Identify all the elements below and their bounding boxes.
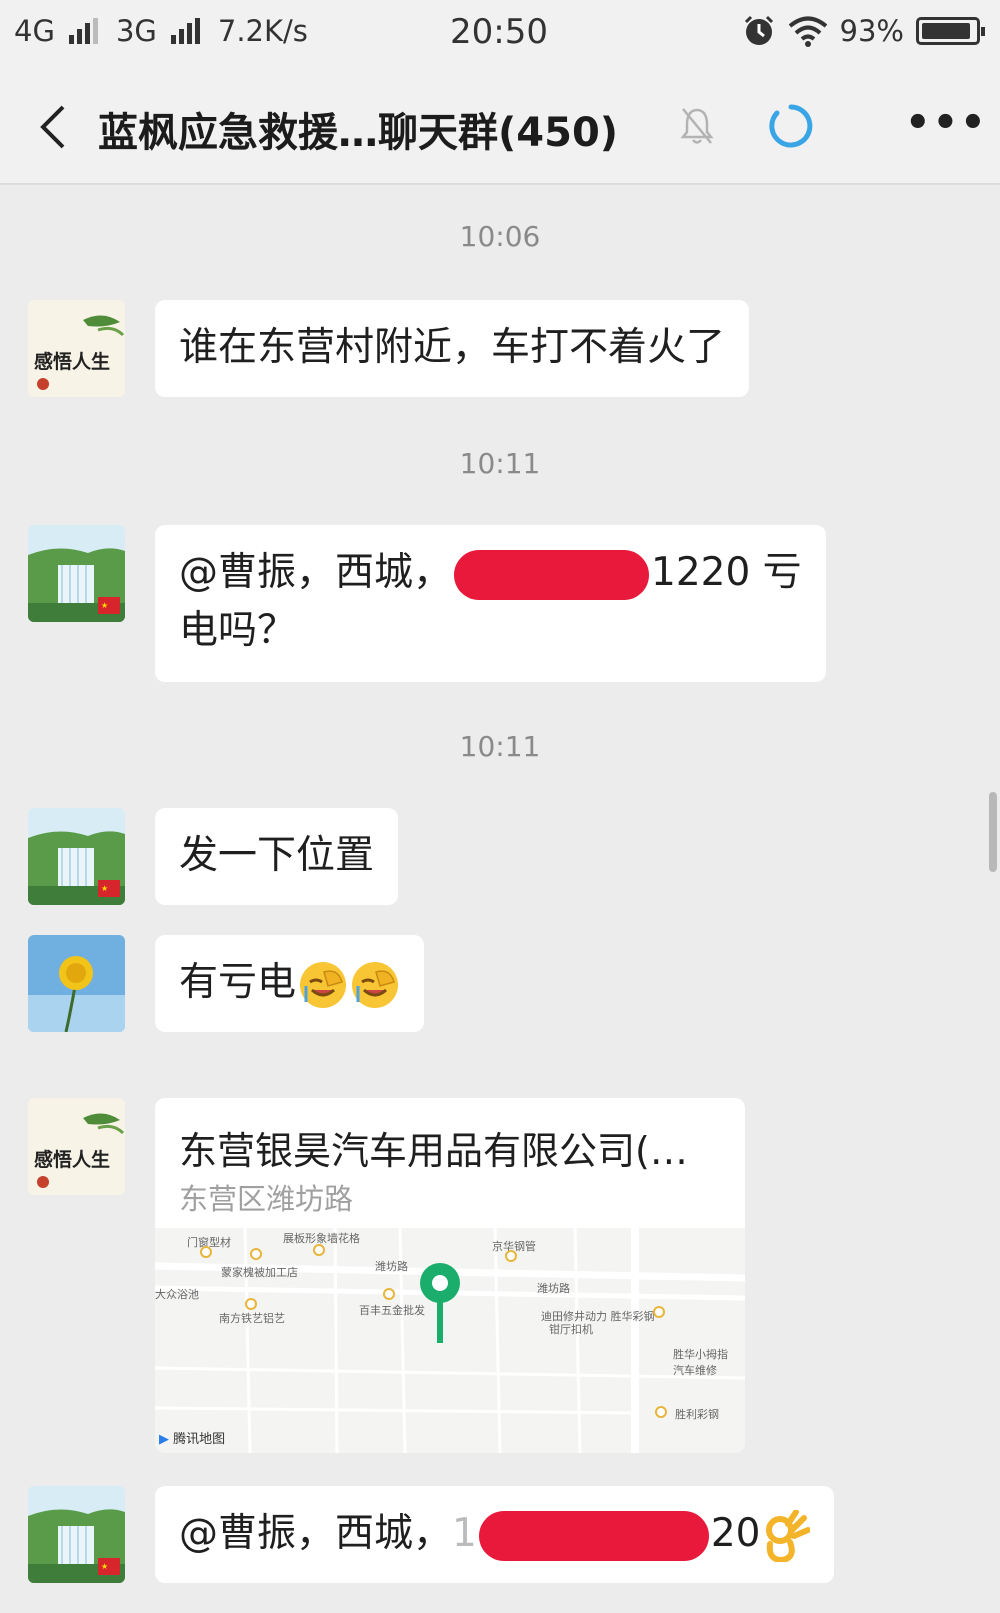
- map-poi-icon: [245, 1298, 257, 1310]
- chat-header: 蓝枫应急救援…聊天群(450) •••: [0, 70, 1000, 185]
- map-poi-icon: [250, 1248, 262, 1260]
- location-card[interactable]: 东营银昊汽车用品有限公司(… 东营区潍坊路 门窗型材 展板形象墙花格 京华钢管 …: [155, 1098, 745, 1453]
- map-label: 蒙家槐被加工店: [221, 1266, 298, 1279]
- avatar[interactable]: [28, 935, 125, 1032]
- message-text: 20: [710, 1511, 761, 1556]
- avatar[interactable]: ★: [28, 808, 125, 905]
- svg-text:感悟人生: 感悟人生: [34, 350, 110, 373]
- avatar-waterfall-image: ★: [28, 525, 125, 622]
- map-poi-icon: [505, 1250, 517, 1262]
- message-text: 1220 亏: [651, 550, 802, 595]
- network-status: 4G 3G 7.2K/s: [14, 14, 308, 48]
- svg-text:★: ★: [101, 601, 108, 610]
- svg-text:★: ★: [101, 1562, 108, 1571]
- map-label: 潍坊路: [375, 1260, 408, 1273]
- redaction-mark: [478, 1510, 709, 1561]
- facepalm-emoji-icon: [352, 961, 399, 1008]
- map-poi-icon: [653, 1306, 665, 1318]
- message-bubble[interactable]: 发一下位置: [155, 808, 399, 905]
- redaction-mark: [454, 549, 650, 600]
- map-poi-icon: [383, 1288, 395, 1300]
- message-timestamp: 10:11: [459, 447, 541, 480]
- svg-text:感悟人生: 感悟人生: [34, 1148, 110, 1171]
- map-poi-icon: [313, 1244, 325, 1256]
- map-pin-icon: [420, 1263, 460, 1343]
- message-bubble[interactable]: 谁在东营村附近，车打不着火了: [155, 300, 750, 397]
- more-icon: •••: [905, 100, 988, 146]
- status-right: 93%: [742, 14, 985, 48]
- back-button[interactable]: [30, 102, 74, 152]
- message-text: 有亏电: [179, 960, 297, 1005]
- message-text: 谁在东营村附近，车打不着火了: [179, 325, 726, 370]
- map-label: 大众浴池: [155, 1288, 199, 1301]
- message-bubble[interactable]: @曹振，西城，1 20: [155, 1486, 835, 1583]
- location-title: 东营银昊汽车用品有限公司(…: [179, 1129, 688, 1173]
- avatar[interactable]: ★: [28, 1486, 125, 1583]
- chat-title: 蓝枫应急救援…聊天群(450): [98, 110, 619, 156]
- avatar[interactable]: 感悟人生: [28, 1098, 125, 1195]
- signal-icon: [68, 18, 98, 44]
- message-timestamp: 10:06: [459, 220, 541, 253]
- avatar-dandelion-image: [28, 935, 125, 1032]
- sync-icon[interactable]: [768, 103, 814, 149]
- map-label: 胜利彩钢: [675, 1408, 719, 1421]
- mention-text: @曹振，西城，: [179, 550, 453, 595]
- map-label: 南方铁艺铝艺: [219, 1312, 285, 1325]
- battery-percent: 93%: [839, 14, 904, 48]
- message-text: 1: [452, 1511, 477, 1556]
- message-bubble[interactable]: @曹振，西城， 1220 亏 电吗？: [155, 525, 826, 682]
- network-speed: 7.2K/s: [217, 14, 308, 48]
- location-address: 东营区潍坊路: [179, 1182, 354, 1216]
- network-3g-label: 3G: [115, 14, 157, 48]
- scrollbar[interactable]: [989, 792, 997, 872]
- ok-hand-emoji-icon: [766, 1509, 811, 1562]
- alarm-icon: [744, 15, 773, 45]
- message-timestamp: 10:11: [459, 730, 541, 763]
- map-label: 潍坊路: [537, 1282, 570, 1295]
- network-4g-label: 4G: [14, 14, 55, 48]
- avatar-waterfall-image: ★: [28, 808, 125, 905]
- map-label: 胜华小拇指 汽车维修: [673, 1348, 728, 1377]
- svg-text:★: ★: [101, 884, 108, 893]
- message-bubble[interactable]: 有亏电: [155, 935, 425, 1032]
- wifi-icon: [788, 16, 827, 47]
- avatar-calligraphy-image: 感悟人生: [28, 1098, 125, 1195]
- status-bar: 4G 3G 7.2K/s 20:50 93%: [0, 0, 1000, 70]
- map-poi-icon: [655, 1406, 667, 1418]
- map-preview[interactable]: 门窗型材 展板形象墙花格 京华钢管 潍坊路 蒙家槐被加工店 大众浴池 百丰五金批…: [155, 1228, 745, 1453]
- message-text: 发一下位置: [179, 833, 375, 878]
- map-poi-icon: [200, 1246, 212, 1258]
- bell-muted-icon: [680, 108, 714, 144]
- back-arrow-icon: [40, 105, 65, 149]
- map-brand-label: ▶ 腾讯地图: [159, 1432, 226, 1447]
- facepalm-emoji-icon: [300, 961, 347, 1008]
- battery-icon: [916, 17, 985, 45]
- avatar[interactable]: 感悟人生: [28, 300, 125, 397]
- signal-icon: [170, 18, 200, 44]
- mention-text: @曹振，西城，: [179, 1511, 453, 1556]
- message-text: 电吗？: [179, 608, 297, 653]
- map-label: 钳厅扣机: [549, 1323, 593, 1336]
- avatar-waterfall-image: ★: [28, 1486, 125, 1583]
- avatar[interactable]: ★: [28, 525, 125, 622]
- status-time: 20:50: [450, 12, 548, 52]
- more-button[interactable]: •••: [905, 100, 988, 146]
- avatar-calligraphy-image: 感悟人生: [28, 300, 125, 397]
